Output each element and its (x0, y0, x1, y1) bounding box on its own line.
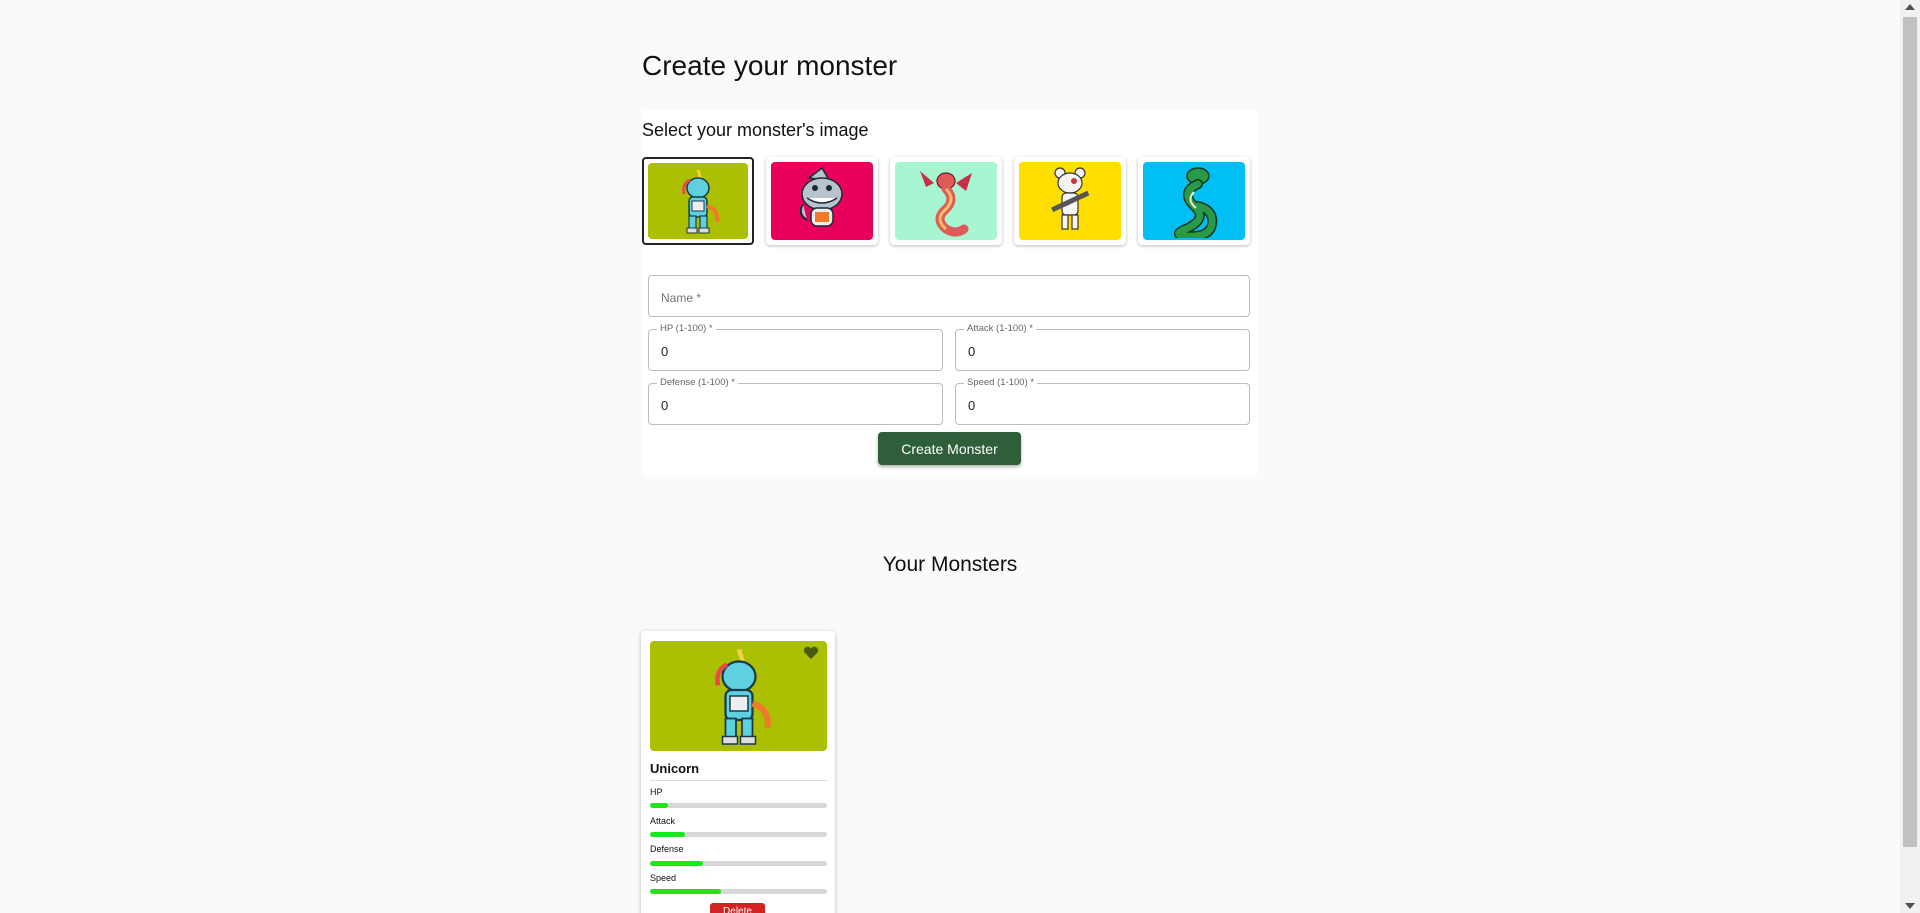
image-selector (642, 157, 1250, 245)
stat-bar-speed (650, 889, 827, 894)
delete-button[interactable]: Delete (710, 903, 765, 913)
vertical-scrollbar[interactable] (1900, 0, 1920, 913)
hp-input[interactable] (659, 330, 936, 372)
name-input[interactable] (659, 276, 1243, 318)
image-option-unicorn[interactable] (642, 157, 754, 245)
image-option-shark[interactable] (766, 157, 878, 245)
defense-field[interactable]: Defense (1-100) * (648, 377, 943, 426)
image-option-snake[interactable] (1138, 157, 1250, 245)
scroll-down-arrow-icon[interactable] (1905, 903, 1915, 909)
monster-card-image (650, 641, 827, 751)
page-title: Create your monster (642, 50, 898, 81)
speed-field[interactable]: Speed (1-100) * (955, 377, 1250, 426)
monster-card: Unicorn HP Attack Defense Speed Delete (641, 631, 835, 913)
snake-image (1143, 162, 1245, 240)
stat-label-defense: Defense (650, 844, 684, 854)
name-field[interactable] (648, 275, 1250, 318)
stat-bar-hp (650, 803, 827, 808)
bear-image (1019, 162, 1121, 240)
scrollbar-thumb[interactable] (1903, 17, 1917, 847)
heart-icon[interactable] (803, 646, 819, 660)
stat-fill-hp (650, 803, 668, 808)
image-option-dragon[interactable] (890, 157, 1002, 245)
dragon-image (895, 162, 997, 240)
defense-input[interactable] (659, 384, 936, 426)
attack-field[interactable]: Attack (1-100) * (955, 323, 1250, 372)
stat-fill-defense (650, 861, 704, 866)
page: Create your monster Select your monster'… (0, 0, 1900, 913)
image-section-title: Select your monster's image (642, 120, 869, 140)
stat-bar-attack (650, 832, 827, 837)
speed-input[interactable] (966, 384, 1243, 426)
image-option-bear[interactable] (1014, 157, 1126, 245)
stat-fill-attack (650, 832, 686, 837)
hp-field[interactable]: HP (1-100) * (648, 323, 943, 372)
your-monsters-title: Your Monsters (882, 553, 1018, 576)
divider (650, 780, 827, 781)
stat-label-attack: Attack (650, 816, 676, 826)
scroll-up-arrow-icon[interactable] (1905, 4, 1915, 10)
stat-fill-speed (650, 889, 721, 894)
stat-bar-defense (650, 861, 827, 866)
stat-label-speed: Speed (650, 873, 677, 883)
unicorn-image (648, 163, 748, 239)
stat-label-hp: HP (650, 787, 663, 797)
create-monster-button[interactable]: Create Monster (878, 432, 1021, 465)
shark-image (771, 162, 873, 240)
monster-name: Unicorn (650, 761, 700, 776)
attack-input[interactable] (966, 330, 1243, 372)
